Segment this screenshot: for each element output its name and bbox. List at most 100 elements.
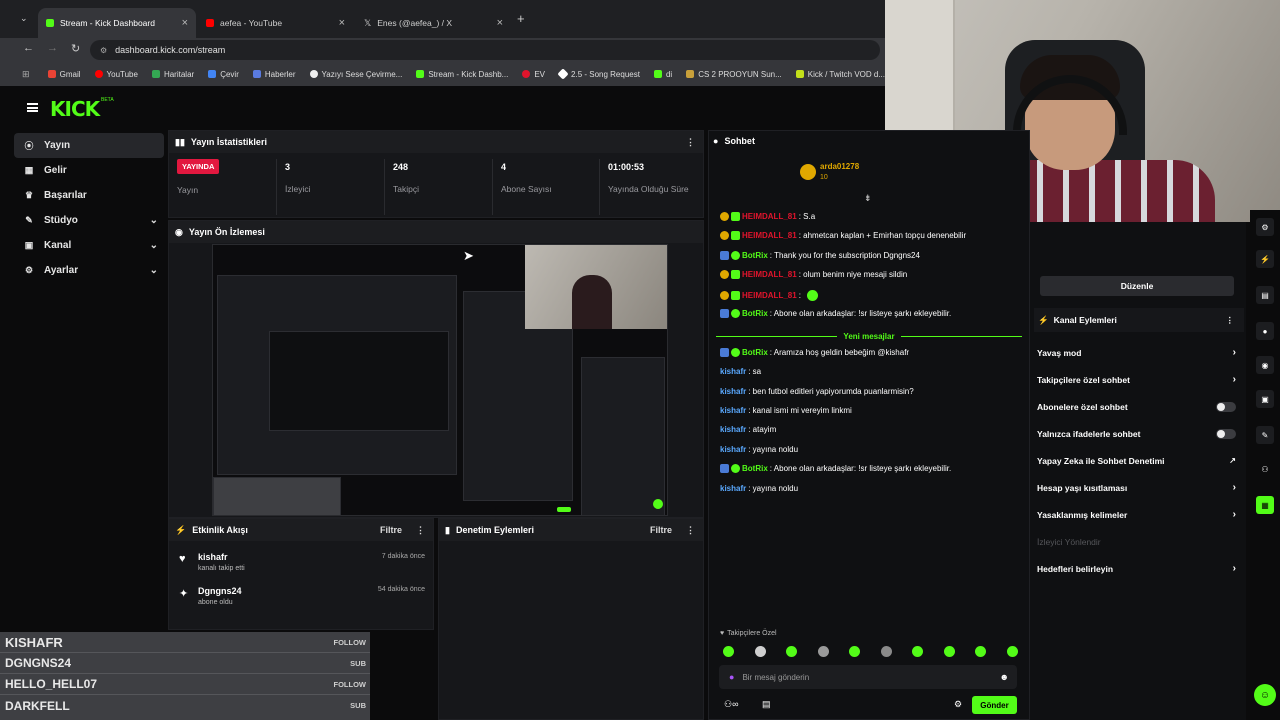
sidebar-item-channel[interactable]: ▣ Kanal ⌄ [14,233,164,258]
bookmark-cs2[interactable]: CS 2 PROOYUN Sun... [686,70,782,79]
more-icon[interactable]: ⋮ [416,525,425,536]
action-set-goals[interactable]: Hedefleri belirleyin › [1030,555,1246,582]
chat-username[interactable]: kishafr [720,445,746,454]
chat-text: : Abone olan arkadaşlar: !sr listeye şar… [769,464,952,473]
chat-username[interactable]: BotRix [742,464,768,473]
emote-icon[interactable] [723,646,734,657]
chat-username[interactable]: kishafr [720,387,746,396]
emote-icon[interactable] [786,646,798,657]
chat-username[interactable]: BotRix [742,348,768,357]
bookmark-song-request[interactable]: 2.5 - Song Request [557,68,640,80]
toggle-switch[interactable] [1216,401,1236,412]
emote-icon[interactable] [912,646,924,657]
action-subscribers-only[interactable]: Abonelere özel sohbet [1030,393,1246,420]
chat-username[interactable]: HEIMDALL_81 [742,212,797,221]
emoji-icon[interactable]: ☻ [1000,672,1009,682]
action-account-age[interactable]: Hesap yaşı kısıtlaması › [1030,474,1246,501]
close-icon[interactable]: × [339,17,345,29]
rail-users-icon[interactable]: ⚇ [1256,460,1274,478]
filter-button[interactable]: Filtre [380,525,402,535]
chat-username[interactable]: kishafr [720,406,746,415]
send-button[interactable]: Gönder [972,696,1017,714]
site-info-icon[interactable]: ⚙ [100,46,107,55]
apps-grid-icon[interactable]: ⊞ [22,69,30,80]
new-tab-icon[interactable]: + [517,11,525,26]
rail-clip-icon[interactable]: ▦ [1256,496,1274,514]
collapse-icon[interactable]: ⇟ [864,193,872,204]
bookmark-news[interactable]: Haberler [252,70,296,79]
sidebar-item-achievements[interactable]: ♛ Başarılar [14,183,164,208]
bookmark-kick-dashboard[interactable]: Stream - Kick Dashb... [416,70,508,79]
reload-icon[interactable]: ↻ [71,42,80,55]
rail-chat-icon[interactable]: ● [1256,322,1274,340]
chat-input[interactable]: ● Bir mesaj gönderin ☻ [719,665,1017,689]
help-chat-icon[interactable]: ☺ [1254,684,1276,706]
close-icon[interactable]: × [182,17,188,29]
emote-icon[interactable] [880,646,892,657]
tab-list-icon[interactable]: ⌄ [20,13,28,24]
chat-message: kishafr: yayına noldu [720,484,798,493]
menu-icon[interactable] [27,103,38,112]
chat-username[interactable]: HEIMDALL_81 [742,270,797,279]
action-ai-moderation[interactable]: Yapay Zeka ile Sohbet Denetimi ↗ [1030,447,1246,474]
stream-preview-video[interactable] [212,244,668,516]
bookmark-ev[interactable]: EV [522,70,545,79]
forward-icon[interactable]: → [47,42,58,54]
emote-icon[interactable] [975,646,987,657]
chat-username[interactable]: kishafr [720,484,746,493]
bookmark-vod[interactable]: Kick / Twitch VOD d... [795,70,885,79]
rail-gear-icon[interactable]: ⚙ [1256,218,1274,236]
emote-icon[interactable] [817,646,829,657]
tab-x[interactable]: 𝕏 Enes (@aefea_) / X × [356,8,511,38]
close-icon[interactable]: × [497,17,503,29]
rail-wrench-icon[interactable]: ✎ [1256,426,1274,444]
emote-icon[interactable] [849,646,861,657]
back-icon[interactable]: ← [23,42,34,54]
rail-device-icon[interactable]: ▣ [1256,390,1274,408]
mic-icon[interactable]: ● [729,672,734,682]
kick-logo[interactable]: KICK [50,97,100,121]
edit-button[interactable]: Düzenle [1040,276,1234,296]
chat-username[interactable]: kishafr [720,367,746,376]
more-icon[interactable]: ⋮ [1226,315,1235,326]
action-emotes-only[interactable]: Yalnızca ifadelerle sohbet [1030,420,1246,447]
bookmark-youtube[interactable]: YouTube [94,70,138,79]
calendar-icon[interactable]: ▤ [762,699,771,710]
tab-kick-dashboard[interactable]: Stream - Kick Dashboard × [38,8,196,38]
bookmark-di[interactable]: di [653,70,672,79]
rail-bolt-icon[interactable]: ⚡ [1256,250,1274,268]
emote-icon[interactable] [943,646,955,657]
rail-broadcast-icon[interactable]: ◉ [1256,356,1274,374]
chat-username[interactable]: HEIMDALL_81 [742,231,797,240]
chat-text: : Aramıza hoş geldin bebeğim @kishafr [769,348,910,357]
sidebar-item-studio[interactable]: ✎ Stüdyo ⌄ [14,208,164,233]
gear-icon[interactable]: ⚙ [954,699,962,710]
rail-list-icon[interactable]: ▤ [1256,286,1274,304]
bookmark-translate[interactable]: Çevir [208,70,239,79]
sidebar-item-stream[interactable]: ⦿ Yayın [14,133,164,158]
sidebar-item-settings[interactable]: ⚙ Ayarlar ⌄ [14,258,164,283]
event-user[interactable]: Dgngns24 [198,586,242,596]
action-followers-only[interactable]: Takipçilere özel sohbet › [1030,366,1246,393]
chat-username[interactable]: BotRix [742,251,768,260]
more-icon[interactable]: ⋮ [686,525,695,536]
filter-button[interactable]: Filtre [650,525,672,535]
chat-username[interactable]: HEIMDALL_81 [742,291,797,300]
emote-icon[interactable] [754,646,766,657]
emote-icon[interactable] [1006,646,1018,657]
bookmark-gmail[interactable]: Gmail [47,70,81,79]
sidebar-item-revenue[interactable]: ▦ Gelir [14,158,164,183]
toggle-switch[interactable] [1216,428,1236,439]
chat-username[interactable]: BotRix [742,309,768,318]
more-icon[interactable]: ⋮ [686,137,695,148]
bookmark-maps[interactable]: Haritalar [151,70,194,79]
pinned-user-name[interactable]: arda01278 [820,162,859,171]
users-icon[interactable]: ⚇∞ [724,699,738,710]
chat-username[interactable]: kishafr [720,425,746,434]
bookmark-tts[interactable]: Yazıyı Sese Çevirme... [309,70,402,79]
action-slow-mode[interactable]: Yavaş mod › [1030,339,1246,366]
address-bar[interactable]: ⚙ dashboard.kick.com/stream [90,40,880,60]
action-banned-words[interactable]: Yasaklanmış kelimeler › [1030,501,1246,528]
event-user[interactable]: kishafr [198,552,228,562]
tab-youtube[interactable]: aefea - YouTube × [198,8,353,38]
